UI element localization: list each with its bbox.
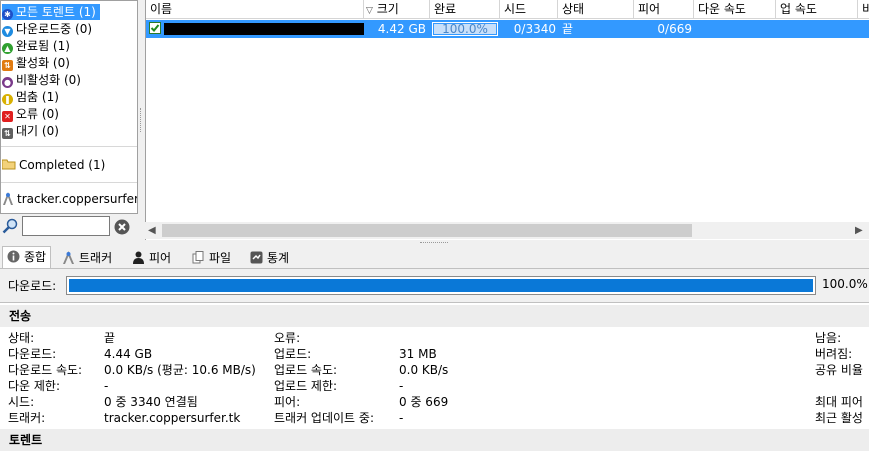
value-seeds: 0 중 3340 연결됨	[104, 395, 198, 409]
tab-bar-line	[0, 268, 869, 269]
label-wasted: 버려짐:	[815, 347, 853, 361]
info-icon	[7, 250, 20, 263]
row-done: 100.0%	[442, 22, 488, 36]
category-completed[interactable]: ▲ 완료됨 (1)	[2, 38, 74, 54]
inactive-icon: ●	[2, 77, 13, 88]
column-header-down-speed[interactable]: 다운 속도	[694, 0, 776, 19]
section-torrent: 토렌트	[0, 429, 869, 451]
category-active[interactable]: ⇅ 활성화 (0)	[2, 55, 74, 71]
search-icon	[2, 218, 18, 234]
column-header-up-speed[interactable]: 업 속도	[776, 0, 858, 19]
label-upload-speed: 업로드 속도:	[274, 363, 338, 377]
label-upload-limit: 업로드 제한:	[274, 379, 338, 393]
value-tracker-update: -	[399, 411, 404, 425]
sidebar-divider	[1, 146, 137, 147]
column-header-name[interactable]: 이름	[146, 0, 364, 19]
tab-statistics[interactable]: 통계	[246, 248, 293, 268]
label-last-active: 최근 활성	[815, 411, 863, 425]
folder-icon	[1, 159, 16, 170]
tab-files[interactable]: 파일	[188, 248, 235, 268]
redacted-name	[164, 23, 364, 35]
row-progress: 100.0%	[432, 22, 498, 36]
label-tracker-update: 트래커 업데이트 중:	[274, 411, 374, 425]
download-percent: 100.0%	[822, 277, 868, 291]
download-icon: ▼	[2, 26, 13, 37]
all-icon: ✱	[2, 9, 13, 20]
queue-icon: ⇅	[2, 128, 13, 139]
tracker-tab-icon	[63, 251, 74, 264]
category-all[interactable]: ✱ 모든 토렌트 (1)	[2, 4, 100, 20]
tracker-item[interactable]: tracker.coppersurfer	[2, 191, 137, 207]
sidebar-splitter[interactable]	[140, 108, 144, 132]
tab-trackers[interactable]: 트래커	[58, 248, 116, 268]
tab-general[interactable]: 종합	[2, 246, 52, 269]
value-tracker: tracker.coppersurfer.tk	[104, 411, 241, 425]
horizontal-scrollbar[interactable]: ◀ ▶	[145, 222, 869, 239]
category-downloading[interactable]: ▼ 다운로드중 (0)	[2, 21, 96, 37]
sort-down-icon: ▽	[366, 6, 373, 16]
details-panel: 전송 상태: 다운로드: 다운로드 속도: 다운 제한: 시드: 트래커: 끝 …	[0, 302, 869, 451]
label-errors: 오류:	[274, 331, 301, 345]
active-icon: ⇅	[2, 60, 13, 71]
label-downloaded: 다운로드:	[8, 347, 57, 361]
tracker-icon	[3, 192, 13, 205]
column-header-seeds[interactable]: 시드	[500, 0, 558, 19]
category-paused[interactable]: ❚ 멈춤 (1)	[2, 89, 63, 105]
label-uploaded: 업로드:	[274, 347, 312, 361]
row-peers: 0/669	[657, 22, 692, 36]
label-download-speed: 다운로드 속도:	[8, 363, 83, 377]
download-progress-fill	[69, 279, 813, 292]
label-status: 상태:	[8, 331, 35, 345]
row-size: 4.42 GB	[377, 22, 426, 36]
horizontal-splitter[interactable]	[420, 242, 448, 243]
download-label: 다운로드:	[8, 279, 57, 293]
checkbox-icon[interactable]	[149, 22, 161, 34]
person-icon	[133, 251, 144, 264]
files-icon	[192, 251, 204, 264]
value-download-speed: 0.0 KB/s (평균: 10.6 MB/s)	[104, 363, 256, 377]
category-error[interactable]: ✕ 오류 (0)	[2, 106, 63, 122]
row-seeds: 0/3340	[513, 22, 556, 36]
section-transfer: 전송	[0, 305, 869, 327]
category-inactive[interactable]: ● 비활성화 (0)	[2, 72, 85, 88]
row-status: 끝	[562, 22, 574, 36]
value-status: 끝	[104, 331, 116, 345]
scroll-right-icon[interactable]: ▶	[855, 225, 863, 236]
value-downloaded: 4.44 GB	[104, 347, 153, 361]
label-tracker: 트래커:	[8, 411, 46, 425]
label-share-ratio: 공유 비율	[815, 363, 863, 377]
scrollbar-thumb[interactable]	[162, 224, 692, 237]
clear-filter-icon[interactable]	[114, 219, 130, 235]
label-seeds: 시드:	[8, 395, 35, 409]
sidebar-divider-2	[1, 182, 137, 183]
torrent-row[interactable]: 4.42 GB 100.0% 0/3340 끝 0/669	[146, 20, 869, 38]
value-download-limit: -	[104, 379, 109, 393]
seed-icon: ▲	[2, 43, 13, 54]
value-peers: 0 중 669	[399, 395, 449, 409]
download-progress-bar	[66, 276, 816, 295]
label-download-limit: 다운 제한:	[8, 379, 61, 393]
label-max-peers: 최대 피어	[815, 395, 863, 409]
category-sidebar: ✱ 모든 토렌트 (1) ▼ 다운로드중 (0) ▲ 완료됨 (1) ⇅ 활성화 (0)…	[0, 0, 138, 214]
error-icon: ✕	[2, 111, 13, 122]
pause-icon: ❚	[2, 94, 13, 105]
label-completed[interactable]: Completed (1)	[1, 157, 109, 173]
stats-icon	[250, 251, 263, 264]
column-header-ratio[interactable]: 비	[858, 0, 869, 19]
category-queued[interactable]: ⇅ 대기 (0)	[2, 123, 63, 139]
value-upload-limit: -	[399, 379, 404, 393]
column-header-size[interactable]: ▽ 크기	[364, 0, 430, 19]
value-upload-speed: 0.0 KB/s	[399, 363, 449, 377]
value-uploaded: 31 MB	[399, 347, 437, 361]
column-header-status[interactable]: 상태	[558, 0, 634, 19]
filter-input[interactable]	[22, 216, 110, 236]
label-peers: 피어:	[274, 395, 301, 409]
scroll-left-icon[interactable]: ◀	[148, 225, 156, 236]
column-header-peers[interactable]: 피어	[634, 0, 694, 19]
tab-peers[interactable]: 피어	[128, 248, 175, 268]
label-remaining: 남음:	[815, 331, 842, 345]
torrent-list: 이름 ▽ 크기 완료 시드 상태 피어 다운 속도 업 속도 비 4.42 GB…	[145, 0, 869, 240]
column-header-done[interactable]: 완료	[430, 0, 500, 19]
